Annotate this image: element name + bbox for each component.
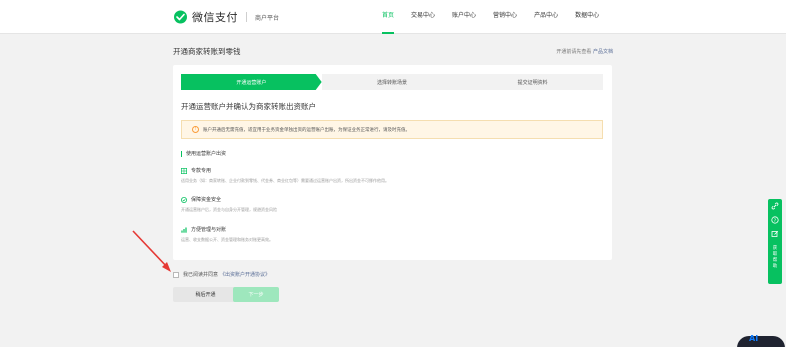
step-submit-docs: 提交证明资料: [462, 74, 604, 90]
wechat-pay-logo-icon: [174, 10, 187, 24]
brand-logo[interactable]: 微信支付 商户平台: [173, 9, 279, 25]
product-doc-link[interactable]: 产品文档: [593, 49, 613, 55]
feature-title: 专款专用: [191, 168, 212, 174]
page-title: 开通商家转账到零钱: [173, 47, 241, 56]
agreement-checkbox[interactable]: [173, 271, 179, 278]
card-heading: 开通运营账户并确认为商家转账出资账户: [181, 102, 316, 111]
ai-assistant-widget[interactable]: [737, 336, 785, 347]
ai-assistant-label[interactable]: AI: [749, 334, 758, 343]
info-icon: !: [192, 126, 199, 133]
step-progress: 开通运营账户 选择转账场景 提交证明资料: [181, 74, 604, 90]
main-card: 开通运营账户 选择转账场景 提交证明资料 开通运营账户并确认为商家转账出资账户 …: [173, 65, 612, 260]
feature-item: 保障资金安全 开通运营账户后，资金与自身分开管理，规避资金风险: [181, 196, 601, 213]
main-nav: 首页 交易中心 账户中心 营销中心 产品中心 数据中心: [382, 0, 616, 34]
agreement-link[interactable]: 《出资账户开通协议》: [220, 271, 270, 278]
bar-chart-icon: [181, 227, 187, 233]
notice-text: 账户开通后无需充值，适宜用于业务资金单独出资的运营账户出账，为保证业务正常进行，…: [203, 127, 410, 133]
open-later-button[interactable]: 稍后开通: [173, 287, 238, 302]
get-help-label[interactable]: 获取帮助: [772, 246, 778, 270]
feature-item: 方便管理与对账 运营、收支数据公开、资金管理和账务对账更高效。: [181, 226, 601, 243]
feature-item: 专款专用 适用业务（如：商家转账、企业付款到零钱、代金券、商业红包等）需要通过运…: [181, 167, 601, 184]
brand-name: 微信支付: [192, 11, 238, 24]
nav-item-home[interactable]: 首页: [382, 0, 395, 34]
step-open-account: 开通运营账户: [181, 74, 322, 90]
feature-desc: 开通运营账户后，资金与自身分开管理，规避资金风险: [181, 207, 277, 212]
guide-text: 开通前请先查看: [556, 49, 592, 55]
shield-icon: [181, 196, 187, 203]
feature-title: 方便管理与对账: [191, 227, 227, 233]
brand-subtitle: 商户平台: [255, 14, 280, 22]
grid-icon: [181, 167, 187, 174]
brand-divider: [246, 12, 247, 22]
section-label: 使用运营账户出资: [181, 151, 226, 157]
feature-desc: 运营、收支数据公开、资金管理和账务对账更高效。: [181, 237, 273, 242]
nav-item-product[interactable]: 产品中心: [534, 0, 558, 34]
question-icon[interactable]: ?: [771, 216, 779, 224]
next-step-button[interactable]: 下一步: [233, 287, 279, 302]
link-icon[interactable]: [771, 202, 779, 210]
notice-banner: ! 账户开通后无需充值，适宜用于业务资金单独出资的运营账户出账，为保证业务正常进…: [181, 120, 603, 139]
feature-desc: 适用业务（如：商家转账、企业付款到零钱、代金券、商业红包等）需要通过运营账户出资…: [181, 178, 389, 183]
edit-icon[interactable]: [771, 230, 779, 238]
agreement-text: 我已阅读并同意: [183, 272, 219, 278]
nav-item-marketing[interactable]: 营销中心: [493, 0, 517, 34]
step-select-scene: 选择转账场景: [321, 74, 463, 90]
nav-item-account[interactable]: 账户中心: [452, 0, 476, 34]
nav-item-trade[interactable]: 交易中心: [411, 0, 435, 34]
agreement-row: 我已阅读并同意 《出资账户开通协议》: [173, 271, 270, 278]
nav-item-data[interactable]: 数据中心: [575, 0, 599, 34]
feature-title: 保障资金安全: [191, 197, 222, 203]
top-header: 微信支付 商户平台 首页 交易中心 账户中心 营销中心 产品中心 数据中心: [0, 0, 786, 34]
help-float-bar: ? 获取帮助: [768, 199, 782, 284]
guide-tip: 开通前请先查看 产品文档: [556, 48, 613, 55]
